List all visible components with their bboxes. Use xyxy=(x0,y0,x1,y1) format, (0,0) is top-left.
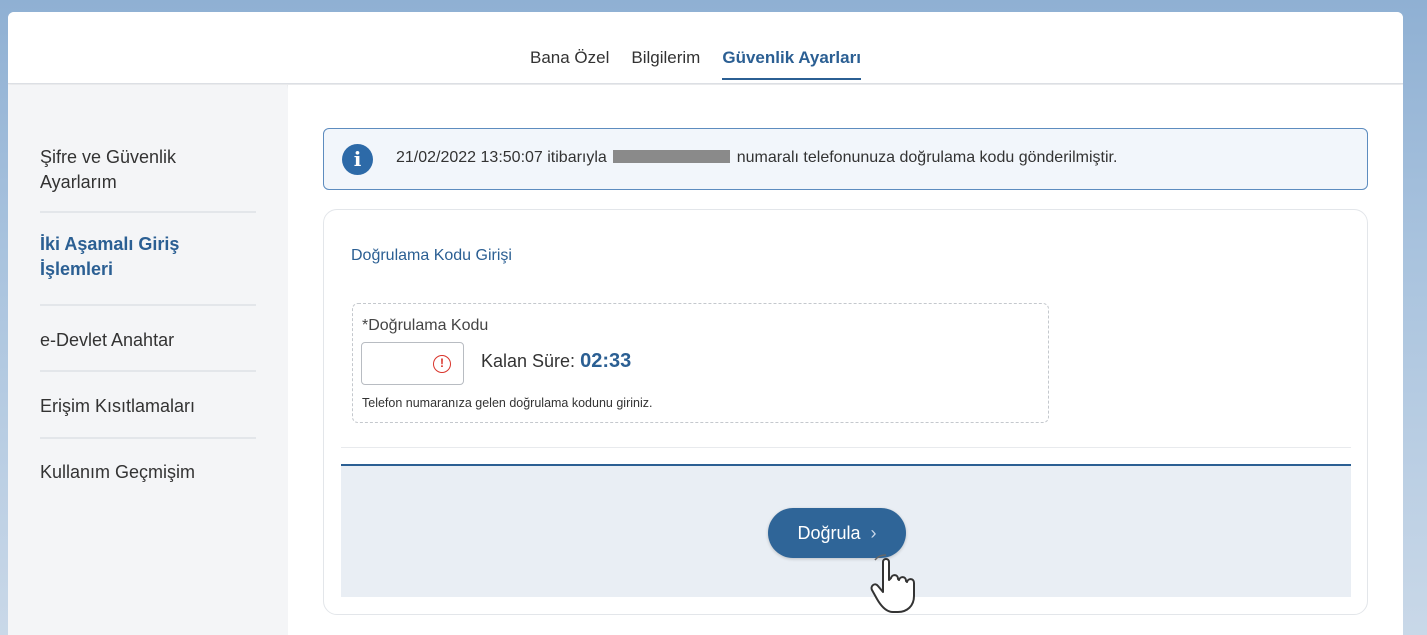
section-divider xyxy=(341,447,1351,448)
sidebar-divider xyxy=(40,211,256,213)
sidebar-item-erisim-kisitlamalari[interactable]: Erişim Kısıtlamaları xyxy=(40,394,256,419)
code-help-text: Telefon numaranıza gelen doğrulama kodun… xyxy=(362,396,653,410)
verification-code-input[interactable]: ! xyxy=(361,342,464,385)
redacted-phone-number xyxy=(613,150,731,163)
sidebar-item-iki-asamali[interactable]: İki Aşamalı Giriş İşlemleri xyxy=(40,232,256,282)
action-area: Doğrula › xyxy=(341,464,1351,613)
alert-message: 21/02/2022 13:50:07 itibarıyla numaralı … xyxy=(396,149,1117,167)
tab-guvenlik-ayarlari[interactable]: Güvenlik Ayarları xyxy=(722,48,861,80)
sidebar-divider xyxy=(40,370,256,372)
sidebar: Şifre ve Güvenlik Ayarlarım İki Aşamalı … xyxy=(8,85,287,635)
alert-text-after: numaralı telefonunuza doğrulama kodu gön… xyxy=(736,149,1118,166)
verify-button-label: Doğrula xyxy=(797,522,861,543)
chevron-right-icon: › xyxy=(870,522,877,543)
alert-text-before: 21/02/2022 13:50:07 itibarıyla xyxy=(396,149,607,166)
app-window: Bana Özel Bilgilerim Güvenlik Ayarları Ş… xyxy=(8,12,1403,635)
tab-bar: Bana Özel Bilgilerim Güvenlik Ayarları xyxy=(530,48,861,80)
sidebar-divider xyxy=(40,437,256,439)
tab-bilgilerim[interactable]: Bilgilerim xyxy=(631,48,700,80)
timer-value: 02:33 xyxy=(580,350,632,372)
form-title: Doğrulama Kodu Girişi xyxy=(351,247,512,264)
main-content: i 21/02/2022 13:50:07 itibarıyla numaral… xyxy=(288,85,1403,635)
code-field-label: *Doğrulama Kodu xyxy=(362,317,489,334)
info-alert: i 21/02/2022 13:50:07 itibarıyla numaral… xyxy=(323,128,1368,190)
hand-pointer-icon xyxy=(870,554,915,613)
sidebar-item-kullanim-gecmisim[interactable]: Kullanım Geçmişim xyxy=(40,460,256,485)
top-navigation: Bana Özel Bilgilerim Güvenlik Ayarları xyxy=(8,12,1403,84)
timer-label: Kalan Süre: xyxy=(481,351,576,371)
info-icon: i xyxy=(342,144,373,175)
sidebar-item-sifre-guvenlik[interactable]: Şifre ve Güvenlik Ayarlarım xyxy=(40,145,256,195)
verification-card: Doğrulama Kodu Girişi *Doğrulama Kodu ! … xyxy=(323,209,1368,615)
code-field-group: *Doğrulama Kodu ! Kalan Süre: 02:33 Tele… xyxy=(352,303,1049,423)
exclamation-circle-icon: ! xyxy=(433,355,451,373)
sidebar-divider xyxy=(40,304,256,306)
remaining-time: Kalan Süre: 02:33 xyxy=(481,350,631,373)
tab-bana-ozel[interactable]: Bana Özel xyxy=(530,48,609,80)
sidebar-item-edevlet-anahtar[interactable]: e-Devlet Anahtar xyxy=(40,328,256,353)
verify-button[interactable]: Doğrula › xyxy=(768,508,906,558)
